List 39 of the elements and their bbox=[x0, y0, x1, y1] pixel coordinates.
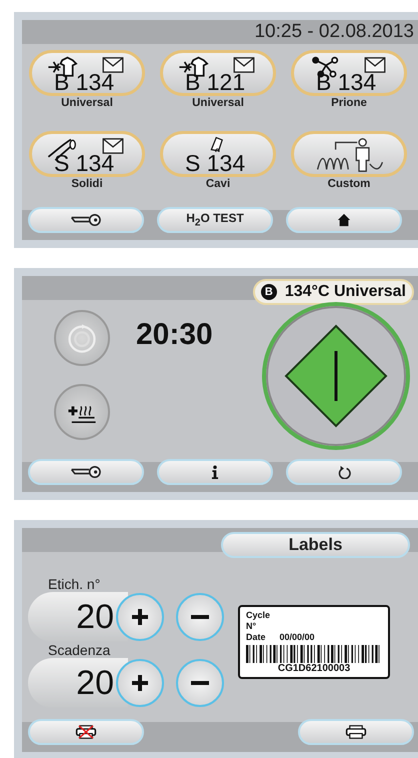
minus-icon bbox=[190, 614, 210, 620]
program-badge: B 134°C Universal bbox=[252, 279, 414, 305]
program-name: Custom bbox=[328, 178, 370, 190]
value-display: 20 bbox=[28, 658, 128, 708]
program-name: Prione bbox=[331, 97, 367, 109]
barcode-number: CG1D62100003 bbox=[276, 663, 352, 674]
cancel-print-button[interactable] bbox=[28, 719, 144, 745]
program-button[interactable]: S 134 bbox=[160, 131, 276, 177]
label-text: N° bbox=[246, 621, 258, 632]
label-text: Date bbox=[246, 632, 266, 643]
date-time: 10:25 - 02.08.2013 bbox=[254, 21, 414, 43]
program-name: Universal bbox=[61, 97, 113, 109]
labels-title: Labels bbox=[221, 532, 410, 558]
field-label: Scadenza bbox=[48, 642, 112, 658]
plus-button[interactable] bbox=[116, 659, 164, 707]
program-name: Solidi bbox=[71, 178, 103, 190]
test-button[interactable]: H$_{2}$O TEST bbox=[157, 207, 273, 233]
minus-button[interactable] bbox=[176, 593, 224, 641]
label-text: Cycle bbox=[246, 610, 272, 621]
field-label: Etich. n° bbox=[48, 576, 102, 592]
program-name: Cavi bbox=[206, 178, 230, 190]
plus-button[interactable] bbox=[116, 593, 164, 641]
key-icon bbox=[70, 213, 102, 227]
label-date: 00/00/00 bbox=[280, 632, 315, 643]
program-name: Universal bbox=[192, 97, 244, 109]
home-button[interactable] bbox=[286, 207, 402, 233]
key-button[interactable] bbox=[28, 207, 144, 233]
remaining-time: 20:30 bbox=[136, 318, 213, 352]
undo-icon bbox=[337, 465, 351, 479]
value-display: 20 bbox=[28, 592, 128, 642]
plus-icon bbox=[130, 673, 150, 693]
program-button[interactable] bbox=[291, 131, 407, 177]
minus-button[interactable] bbox=[176, 659, 224, 707]
minus-icon bbox=[190, 680, 210, 686]
plus-icon bbox=[130, 607, 150, 627]
home-icon bbox=[337, 213, 351, 227]
print-button[interactable] bbox=[298, 719, 414, 745]
key-icon bbox=[70, 465, 102, 479]
key-button[interactable] bbox=[28, 459, 144, 485]
